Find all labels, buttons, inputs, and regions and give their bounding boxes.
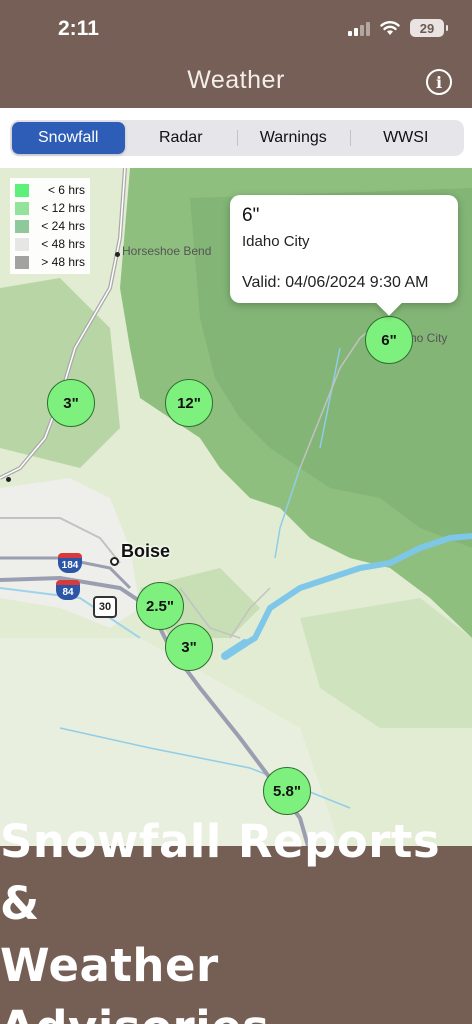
legend-swatch [15, 237, 29, 251]
legend-label: < 6 hrs [47, 183, 85, 197]
cellular-signal-icon [348, 20, 370, 36]
tab-wwsi[interactable]: WWSI [349, 122, 463, 154]
us-30-shield: 30 [93, 596, 117, 618]
banner-line-2: Weather Advisories [0, 939, 269, 1024]
legend-row: < 6 hrs [15, 181, 85, 199]
horseshoe-bend-dot [115, 252, 120, 257]
info-icon[interactable]: i [426, 69, 452, 95]
status-icons: 29 [348, 19, 448, 37]
place-label-idaho-city: ho City [410, 331, 448, 345]
snowfall-marker[interactable]: 3" [47, 379, 95, 427]
legend-row: < 48 hrs [15, 235, 85, 253]
callout-city: Idaho City [242, 233, 310, 250]
callout-amount: 6" [242, 205, 260, 226]
map-view[interactable]: < 6 hrs < 12 hrs < 24 hrs < 48 hrs > 48 … [0, 168, 472, 846]
legend-swatch [15, 183, 29, 197]
place-dot [6, 477, 11, 482]
snowfall-marker[interactable]: 12" [165, 379, 213, 427]
wifi-icon [380, 21, 400, 35]
app-header: 2:11 29 Weather i [0, 0, 472, 108]
tab-radar[interactable]: Radar [125, 122, 238, 154]
status-time: 2:11 [58, 17, 99, 40]
legend-swatch [15, 201, 29, 215]
legend-label: > 48 hrs [41, 255, 85, 269]
tab-warnings[interactable]: Warnings [237, 122, 350, 154]
legend-label: < 12 hrs [41, 201, 85, 215]
snowfall-marker[interactable]: 2.5" [136, 582, 184, 630]
snowfall-callout[interactable]: 6" Idaho City Valid: 04/06/2024 9:30 AM [230, 195, 458, 303]
snowfall-marker[interactable]: 3" [165, 623, 213, 671]
map-legend: < 6 hrs < 12 hrs < 24 hrs < 48 hrs > 48 … [10, 178, 90, 274]
legend-row: < 12 hrs [15, 199, 85, 217]
banner-line-1: Snowfall Reports & [0, 815, 441, 930]
interstate-184-shield: 184 [58, 553, 82, 573]
city-label-boise: Boise [121, 541, 171, 561]
interstate-84-shield: 84 [56, 580, 80, 600]
legend-row: < 24 hrs [15, 217, 85, 235]
place-label-horseshoe-bend: Horseshoe Bend [122, 244, 212, 258]
legend-swatch [15, 255, 29, 269]
legend-label: < 48 hrs [41, 237, 85, 251]
legend-swatch [15, 219, 29, 233]
legend-label: < 24 hrs [41, 219, 85, 233]
tab-snowfall[interactable]: Snowfall [12, 122, 125, 154]
snowfall-marker[interactable]: 5.8" [263, 767, 311, 815]
page-title: Weather [187, 66, 285, 94]
callout-valid-time: Valid: 04/06/2024 9:30 AM [242, 274, 429, 291]
boise-marker [110, 557, 119, 566]
segmented-control: Snowfall Radar Warnings WWSI [10, 120, 464, 156]
legend-row: > 48 hrs [15, 253, 85, 271]
snowfall-marker[interactable]: 6" [365, 316, 413, 364]
tab-bar-container: Snowfall Radar Warnings WWSI [0, 108, 472, 168]
promo-banner: Snowfall Reports & Weather Advisories [0, 815, 472, 1024]
battery-icon: 29 [410, 19, 448, 37]
